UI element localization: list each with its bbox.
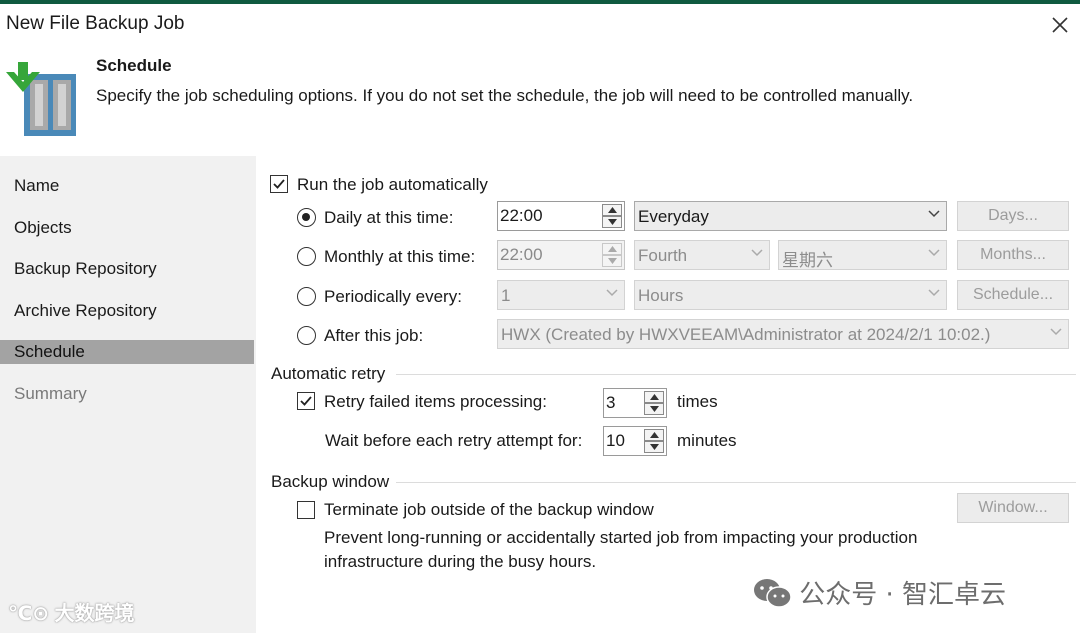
watermark-left-text: 大数跨境 [54, 603, 135, 625]
wizard-nav: Name Objects Backup Repository Archive R… [0, 156, 256, 633]
monthly-label: Monthly at this time: [324, 247, 476, 266]
close-icon[interactable] [1049, 14, 1071, 36]
retry-count-down-icon[interactable] [644, 403, 664, 415]
retry-checkbox[interactable] [297, 392, 315, 410]
after-job-value: HWX (Created by HWXVEEAM\Administrator a… [501, 325, 991, 344]
after-job-select[interactable]: HWX (Created by HWXVEEAM\Administrator a… [497, 319, 1069, 349]
chevron-down-icon [606, 289, 618, 297]
chevron-down-icon [928, 249, 940, 257]
nav-item-schedule[interactable]: Schedule [0, 340, 254, 364]
wait-up-icon[interactable] [644, 429, 664, 441]
daily-frequency-value: Everyday [638, 207, 709, 226]
wait-down-icon[interactable] [644, 441, 664, 453]
monthly-day-select[interactable]: 星期六 [778, 240, 947, 271]
watermark-right-logo: 公众号 · 智汇卓云 [752, 574, 1006, 611]
run-auto-label: Run the job automatically [297, 175, 488, 194]
run-auto-checkbox[interactable] [270, 175, 288, 193]
monthly-week-select[interactable]: Fourth [634, 240, 770, 270]
daily-frequency-select[interactable]: Everyday [634, 201, 947, 231]
daily-time-down-icon[interactable] [602, 216, 622, 228]
nav-item-objects[interactable]: Objects [0, 216, 254, 240]
periodic-label: Periodically every: [324, 287, 462, 306]
daily-time-up-icon[interactable] [602, 204, 622, 216]
watermark-right-text: 公众号 · 智汇卓云 [799, 580, 1007, 610]
step-description: Specify the job scheduling options. If y… [96, 86, 914, 105]
backup-window-note-line2: infrastructure during the busy hours. [324, 552, 597, 571]
chevron-down-icon [1050, 328, 1062, 336]
monthly-day-value: 星期六 [782, 251, 833, 271]
watermark-left-icon: ℃⊙ [8, 603, 55, 625]
retry-count-value: 3 [606, 393, 616, 412]
schedule-panel: Run the job automatically Daily at this … [256, 156, 1080, 633]
wait-value: 10 [606, 431, 625, 450]
nav-item-backup-repository[interactable]: Backup Repository [0, 257, 254, 281]
wait-spinner[interactable]: 10 [603, 426, 667, 456]
monthly-week-value: Fourth [638, 246, 688, 265]
retry-count-spinner[interactable]: 3 [603, 388, 667, 418]
window-button[interactable]: Window... [957, 493, 1069, 523]
wait-label: Wait before each retry attempt for: [325, 431, 583, 450]
step-title: Schedule [96, 56, 172, 75]
nav-item-archive-repository[interactable]: Archive Repository [0, 299, 254, 323]
backup-window-separator [396, 482, 1076, 483]
minutes-label: minutes [677, 431, 737, 450]
wechat-icon [754, 579, 792, 608]
chevron-down-icon [928, 210, 940, 218]
periodic-radio[interactable] [297, 287, 316, 306]
times-label: times [677, 392, 718, 411]
periodic-value-select[interactable]: 1 [497, 280, 625, 310]
backup-job-icon [2, 62, 80, 140]
retry-count-up-icon[interactable] [644, 391, 664, 403]
months-button[interactable]: Months... [957, 240, 1069, 270]
retry-separator [396, 374, 1076, 375]
monthly-time-spinner[interactable]: 22:00 [497, 240, 625, 270]
monthly-radio[interactable] [297, 247, 316, 266]
periodic-unit-select[interactable]: Hours [634, 280, 947, 310]
monthly-time-value: 22:00 [500, 245, 543, 264]
nav-item-name[interactable]: Name [0, 174, 254, 198]
terminate-label: Terminate job outside of the backup wind… [324, 500, 654, 519]
days-button[interactable]: Days... [957, 201, 1069, 231]
retry-label: Retry failed items processing: [324, 392, 547, 411]
after-job-label: After this job: [324, 326, 424, 345]
daily-radio[interactable] [297, 208, 316, 227]
schedule-button[interactable]: Schedule... [957, 280, 1069, 310]
periodic-unit-value: Hours [638, 286, 684, 305]
chevron-down-icon [928, 289, 940, 297]
backup-window-section-label: Backup window [271, 472, 390, 491]
retry-section-label: Automatic retry [271, 364, 386, 383]
after-job-radio[interactable] [297, 326, 316, 345]
window-title: New File Backup Job [6, 13, 185, 34]
monthly-time-down-icon[interactable] [602, 255, 622, 267]
monthly-time-up-icon[interactable] [602, 243, 622, 255]
chevron-down-icon [751, 249, 763, 257]
daily-label: Daily at this time: [324, 208, 454, 227]
periodic-value: 1 [501, 286, 511, 305]
nav-item-summary: Summary [14, 384, 87, 403]
backup-window-note-line1: Prevent long-running or accidentally sta… [324, 528, 918, 547]
terminate-checkbox[interactable] [297, 501, 315, 519]
window-accent-bar [0, 0, 1080, 4]
watermark-left-logo: ℃⊙ 大数跨境 [8, 597, 135, 626]
daily-time-value: 22:00 [500, 206, 543, 225]
daily-time-spinner[interactable]: 22:00 [497, 201, 625, 231]
